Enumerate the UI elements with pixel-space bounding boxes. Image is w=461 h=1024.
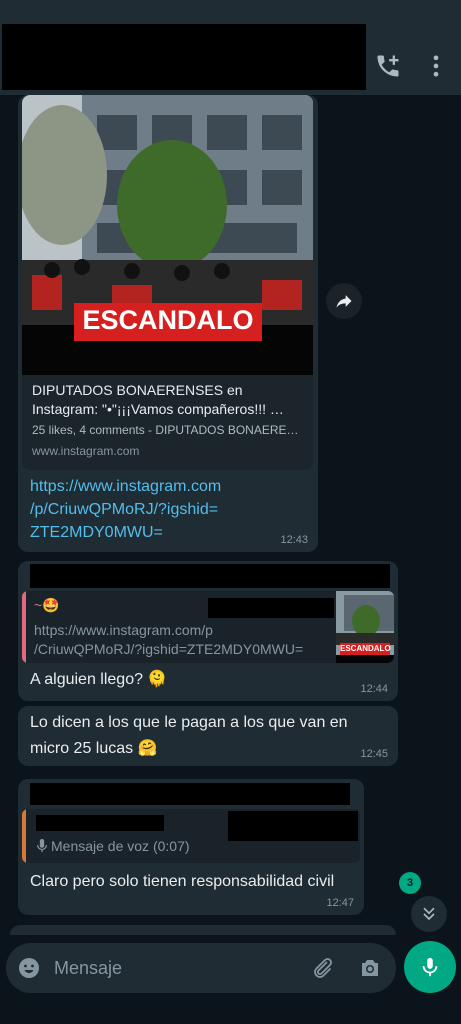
message-link[interactable]: https://www.instagram.com /p/CriuwQPMoRJ… [30,475,300,544]
message-bubble-reply[interactable]: Mensaje de voz (0:07) Claro pero solo ti… [18,779,364,915]
camera-icon[interactable] [358,956,382,985]
message-time: 12:47 [326,897,354,909]
attach-icon[interactable] [310,956,334,985]
quoted-message[interactable]: ~🤩 https://www.instagram.com/p /CriuwQPM… [22,591,394,663]
quote-bar [22,591,26,663]
quote-bar [22,809,26,863]
preview-domain: www.instagram.com [32,444,140,458]
microphone-icon [37,839,47,853]
link-line[interactable]: ZTE2MDY0MWU= [30,521,300,544]
message-bubble[interactable]: Lo dicen a los que le pagan a los que va… [18,706,398,766]
link-preview-image: ESCANDALO [22,95,313,375]
quote-line: /CriuwQPMoRJ/?igshid=ZTE2MDY0MWU= [34,641,304,657]
redacted-contact-name[interactable] [2,24,366,90]
preview-banner-text: ESCANDALO [82,305,254,335]
message-time: 12:45 [360,748,388,760]
preview-title-line1: DIPUTADOS BONAERENSES en [32,382,243,398]
preview-title-line2: Instagram: "•"¡¡¡Vamos compañeros!!! … [32,401,284,417]
message-time: 12:44 [360,683,388,695]
redacted-sender-name [30,564,390,588]
forward-button[interactable] [326,283,362,319]
message-line: micro 25 lucas 🤗 [30,740,158,757]
link-preview-text: DIPUTADOS BONAERENSES en Instagram: "•"¡… [22,375,313,470]
add-call-icon[interactable] [374,52,402,80]
message-input[interactable]: Mensaje [6,943,396,993]
message-bubble-reply[interactable]: ~🤩 https://www.instagram.com/p /CriuwQPM… [18,561,398,701]
message-bubble-link[interactable]: ESCANDALO DIPUTADOS BONAERENSES en Insta… [18,95,318,552]
redacted-quote-author [208,598,334,618]
quote-thumbnail: ESCANDALO [336,591,394,663]
message-text: Lo dicen a los que le pagan a los que va… [30,710,348,762]
chat-header [0,0,461,95]
link-preview-card[interactable]: ESCANDALO DIPUTADOS BONAERENSES en Insta… [22,95,313,470]
quoted-voice-message[interactable]: Mensaje de voz (0:07) [22,809,360,863]
message-line: Lo dicen a los que le pagan a los que va… [30,714,348,731]
redacted-sender-name [30,783,350,805]
emoji-icon[interactable] [17,956,41,985]
double-chevron-down-icon [423,907,435,921]
message-bubble-partial[interactable] [10,925,396,935]
message-text: A alguien llego? 🫠 [30,671,168,688]
quote-line: https://www.instagram.com/p [34,622,213,638]
message-time: 12:43 [280,534,308,546]
voice-quote-row: Mensaje de voz (0:07) [36,838,190,854]
microphone-icon [422,957,438,977]
more-vert-icon[interactable] [422,52,450,80]
preview-description: 25 likes, 4 comments - DIPUTADOS BONAERE… [32,423,303,437]
redacted-quote-content [228,811,358,841]
quote-text: https://www.instagram.com/p /CriuwQPMoRJ… [34,621,303,659]
chat-area[interactable]: ESCANDALO DIPUTADOS BONAERENSES en Insta… [0,95,461,935]
redacted-quote-author [36,815,164,831]
quote-author: ~🤩 [34,597,60,613]
scroll-to-bottom-button[interactable] [411,896,447,932]
link-line[interactable]: /p/CriuwQPMoRJ/?igshid= [30,498,300,521]
message-text: Claro pero solo tienen responsabilidad c… [30,873,335,890]
system-navigation-bar [0,996,461,1024]
thumb-banner-text: ESCANDALO [340,644,391,653]
voice-quote-text: Mensaje de voz (0:07) [51,838,190,854]
forward-icon [336,295,352,308]
message-placeholder: Mensaje [54,958,123,978]
unread-count-badge: 3 [399,872,421,894]
link-line[interactable]: https://www.instagram.com [30,475,300,498]
voice-record-button[interactable] [404,941,456,993]
